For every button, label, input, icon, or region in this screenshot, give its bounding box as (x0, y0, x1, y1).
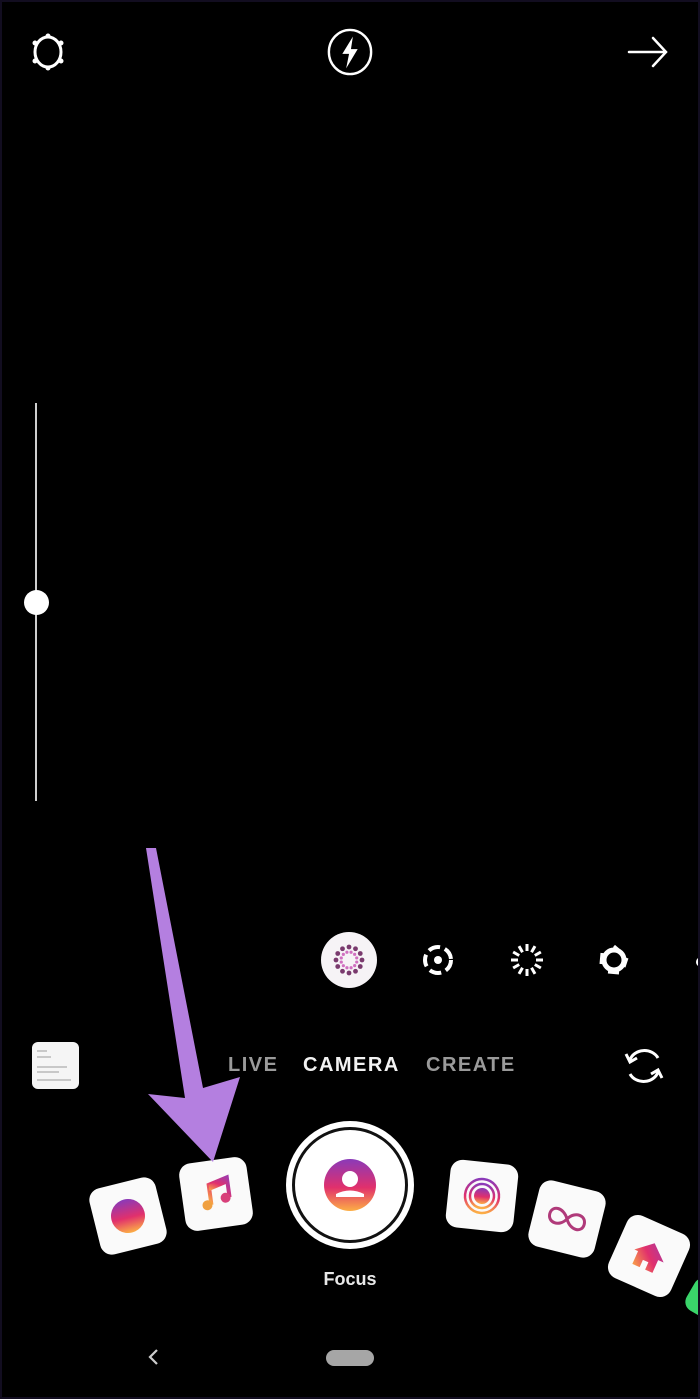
dot (359, 957, 365, 963)
burst-ray (530, 945, 537, 953)
mode-create[interactable]: CREATE (426, 1054, 516, 1077)
dot (355, 956, 359, 960)
dot (357, 964, 363, 969)
settings-button[interactable] (24, 28, 72, 76)
dot (353, 964, 357, 968)
house-arrow-icon (632, 1243, 664, 1273)
dot (335, 964, 341, 969)
arrow-right-icon (627, 36, 668, 68)
effect-burst[interactable] (499, 932, 555, 988)
forward-button[interactable] (624, 28, 672, 76)
mode-live[interactable]: LIVE (228, 1054, 278, 1077)
switch-camera-button[interactable] (620, 1042, 668, 1090)
dot (341, 952, 345, 956)
aperture-icon (599, 944, 629, 975)
format-music[interactable] (177, 1155, 255, 1233)
dot (339, 960, 343, 964)
infinity-icon (548, 1206, 586, 1232)
burst-ray (512, 950, 520, 957)
format-layout[interactable] (604, 1211, 694, 1301)
format-normal[interactable] (86, 1174, 170, 1258)
dot (353, 946, 358, 952)
dot (345, 950, 349, 954)
burst-ray (517, 945, 524, 953)
shutter-button[interactable] (286, 1121, 414, 1249)
dot (353, 952, 357, 956)
dot (349, 966, 353, 970)
nav-home-pill[interactable] (326, 1350, 374, 1366)
more-effects-icon (696, 957, 700, 967)
burst-ray (517, 967, 524, 975)
burst-ray (534, 950, 542, 957)
burst-ray (512, 963, 520, 970)
dot (349, 950, 353, 954)
dot (333, 957, 339, 963)
dot (345, 966, 349, 970)
dots-ring-icon (333, 944, 365, 976)
flash-auto-icon (327, 28, 373, 76)
focus-ring-icon (423, 945, 453, 975)
dot (353, 968, 358, 974)
settings-gear-icon (32, 33, 64, 71)
music-note-icon (202, 1174, 232, 1211)
burst-icon (511, 944, 543, 976)
effect-focus-ring[interactable] (410, 932, 466, 988)
dot (346, 970, 352, 976)
record-circle-icon (111, 1199, 145, 1234)
switch-camera-icon (624, 1049, 664, 1083)
burst-ray (534, 963, 542, 970)
dot (340, 968, 345, 974)
format-superzoom[interactable] (444, 1158, 520, 1234)
format-boomerang[interactable] (525, 1177, 609, 1261)
burst-ray (530, 967, 537, 975)
effect-aperture[interactable] (586, 932, 642, 988)
nav-back-button[interactable] (140, 1342, 166, 1372)
chevron-left-icon (148, 1349, 158, 1365)
dot (355, 960, 359, 964)
effect-more[interactable] (672, 932, 700, 988)
dot (339, 956, 343, 960)
target-rings-icon (463, 1177, 501, 1215)
gallery-thumbnail[interactable] (32, 1042, 79, 1089)
zoom-slider-thumb[interactable] (24, 590, 49, 615)
dot (346, 944, 352, 950)
effect-dots-ring[interactable] (321, 932, 377, 988)
dot (340, 946, 345, 952)
selected-format-label: Focus (323, 1269, 377, 1289)
portrait-person-icon (324, 1159, 376, 1211)
dot (335, 951, 341, 956)
dot (341, 964, 345, 968)
format-partial-tile[interactable] (681, 1274, 700, 1326)
mode-camera[interactable]: CAMERA (303, 1054, 400, 1077)
dot (357, 951, 363, 956)
flash-button[interactable] (326, 28, 374, 76)
